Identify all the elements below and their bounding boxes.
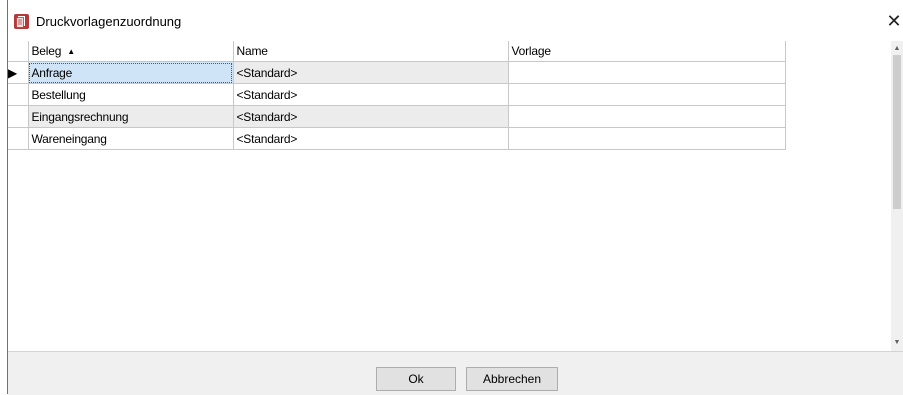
close-icon: ✕ [886,10,902,31]
cell-beleg[interactable]: Eingangsrechnung [27,105,234,128]
dialog-window: Druckvorlagenzuordnung ✕ Beleg ▲ Name Vo… [7,0,903,395]
cancel-button[interactable]: Abbrechen [466,367,558,391]
cell-name[interactable]: <Standard> [232,61,509,84]
cell-vorlage[interactable] [507,83,786,106]
cell-name[interactable]: <Standard> [232,127,509,150]
cell-vorlage[interactable] [507,61,786,84]
column-header-label: Name [236,44,268,58]
cell-name[interactable]: <Standard> [232,105,509,128]
button-bar: Ok Abbrechen [8,351,903,395]
row-indicator [8,105,29,128]
row-indicator [8,127,29,150]
close-button[interactable]: ✕ [883,9,903,33]
ok-button[interactable]: Ok [376,367,456,391]
table-row[interactable]: Bestellung <Standard> [8,83,786,106]
template-grid: Beleg ▲ Name Vorlage ▶ Anfrage <Standard> [8,41,892,351]
cell-vorlage[interactable] [507,105,786,128]
column-header-vorlage[interactable]: Vorlage [507,41,786,62]
data-table: Beleg ▲ Name Vorlage ▶ Anfrage <Standard> [8,41,786,150]
table-row[interactable]: Eingangsrechnung <Standard> [8,105,786,128]
row-indicator [8,83,29,106]
scroll-down-icon[interactable]: ▼ [891,337,903,349]
current-row-indicator-icon: ▶ [8,61,29,84]
cell-beleg[interactable]: Anfrage [27,61,234,84]
cell-beleg[interactable]: Wareneingang [27,127,234,150]
column-header-label: Vorlage [511,44,552,58]
column-header-name[interactable]: Name [232,41,509,62]
table-row[interactable]: Wareneingang <Standard> [8,127,786,150]
scroll-up-icon[interactable]: ▲ [891,43,903,55]
sort-ascending-icon: ▲ [67,47,75,56]
table-row[interactable]: ▶ Anfrage <Standard> [8,61,786,84]
document-stack-icon [14,14,29,29]
column-header-label: Beleg [31,44,62,58]
row-indicator-header [8,41,29,62]
title-bar: Druckvorlagenzuordnung ✕ [8,0,903,41]
cell-name[interactable]: <Standard> [232,83,509,106]
vertical-scrollbar[interactable]: ▲ ▼ [891,41,903,351]
cell-vorlage[interactable] [507,127,786,150]
cell-beleg[interactable]: Bestellung [27,83,234,106]
window-title: Druckvorlagenzuordnung [36,14,182,29]
table-header-row: Beleg ▲ Name Vorlage [8,41,786,62]
column-header-beleg[interactable]: Beleg ▲ [27,41,234,62]
scroll-thumb[interactable] [893,55,901,209]
